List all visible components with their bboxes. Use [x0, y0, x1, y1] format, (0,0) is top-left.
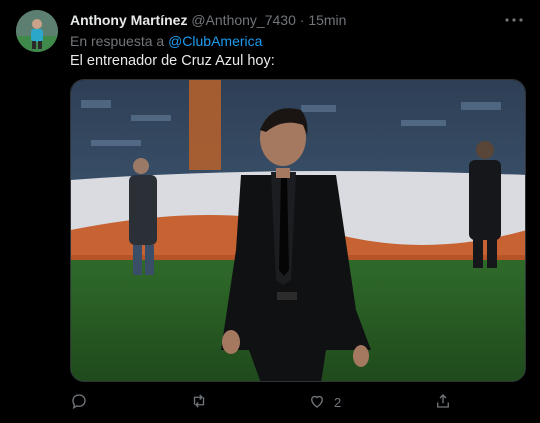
- separator: ·: [299, 12, 305, 28]
- author-name[interactable]: Anthony Martínez: [70, 12, 187, 28]
- like-count: 2: [334, 395, 342, 410]
- author-handle[interactable]: @Anthony_7430: [191, 12, 296, 28]
- tweet-header: Anthony Martínez @Anthony_7430 · 15min: [70, 12, 346, 28]
- timestamp[interactable]: 15min: [308, 12, 346, 28]
- avatar[interactable]: [16, 10, 58, 52]
- tweet-photo[interactable]: [70, 79, 526, 382]
- reply-button[interactable]: [70, 392, 88, 413]
- tweet[interactable]: Anthony Martínez @Anthony_7430 · 15min E…: [0, 0, 540, 423]
- retweet-icon: [190, 392, 208, 413]
- tweet-actions: 2: [70, 392, 470, 414]
- reply-mention-link[interactable]: @ClubAmerica: [168, 33, 262, 49]
- like-button[interactable]: 2: [308, 392, 341, 413]
- retweet-button[interactable]: [190, 392, 208, 413]
- like-icon: [308, 392, 326, 413]
- share-icon: [434, 392, 452, 413]
- tweet-text: El entrenador de Cruz Azul hoy:: [70, 53, 275, 69]
- reply-icon: [70, 392, 88, 413]
- reply-prefix: En respuesta a: [70, 33, 165, 49]
- share-button[interactable]: [434, 392, 452, 413]
- more-icon[interactable]: [504, 10, 524, 30]
- reply-context: En respuesta a @ClubAmerica: [70, 33, 262, 49]
